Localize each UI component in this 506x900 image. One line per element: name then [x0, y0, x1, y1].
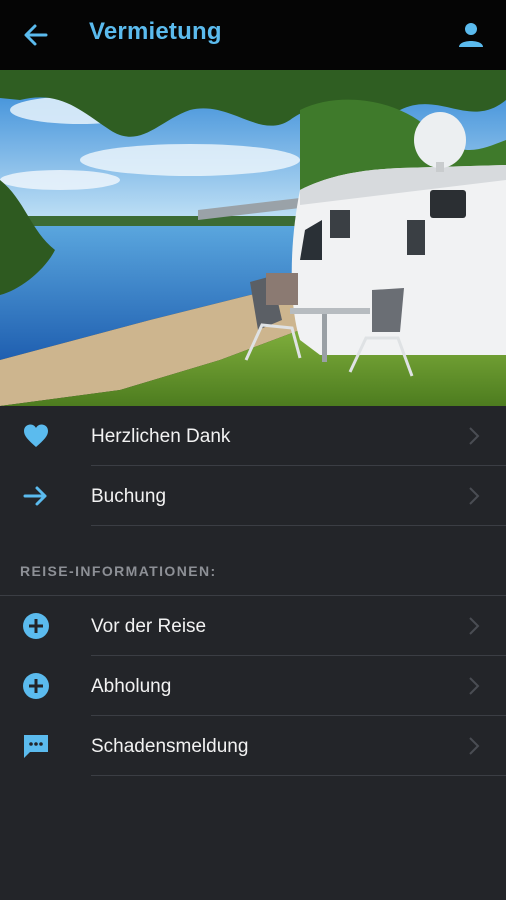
section-title: REISE-INFORMATIONEN:	[20, 563, 217, 579]
menu-item-vor-der-reise[interactable]: Vor der Reise	[0, 596, 506, 656]
message-icon	[22, 732, 50, 760]
back-arrow-icon[interactable]	[20, 20, 50, 50]
person-icon[interactable]	[456, 20, 486, 50]
menu-item-label: Abholung	[91, 676, 172, 697]
divider	[91, 775, 506, 776]
menu-item-label: Herzlichen Dank	[91, 426, 231, 447]
chevron-right-icon	[468, 486, 480, 506]
menu-item-label: Vor der Reise	[91, 616, 207, 637]
chevron-right-icon	[468, 676, 480, 696]
heart-icon	[22, 422, 50, 450]
section-header: REISE-INFORMATIONEN:	[0, 526, 506, 596]
arrow-right-icon	[22, 482, 50, 510]
menu-list: Herzlichen Dank Buchung REISE-INFORMATIO…	[0, 406, 506, 776]
app-bar: Vermietung	[0, 0, 506, 70]
menu-item-label: Schadensmeldung	[91, 736, 249, 757]
menu-item-label: Buchung	[91, 486, 167, 507]
chevron-right-icon	[468, 736, 480, 756]
chevron-right-icon	[468, 426, 480, 446]
hero-image	[0, 70, 506, 406]
menu-item-buchung[interactable]: Buchung	[0, 466, 506, 526]
chevron-right-icon	[468, 616, 480, 636]
menu-item-abholung[interactable]: Abholung	[0, 656, 506, 716]
menu-item-herzlichen-dank[interactable]: Herzlichen Dank	[0, 406, 506, 466]
plus-circle-icon	[22, 612, 50, 640]
menu-item-schadensmeldung[interactable]: Schadensmeldung	[0, 716, 506, 776]
plus-circle-icon	[22, 672, 50, 700]
page-title: Vermietung	[89, 18, 222, 45]
